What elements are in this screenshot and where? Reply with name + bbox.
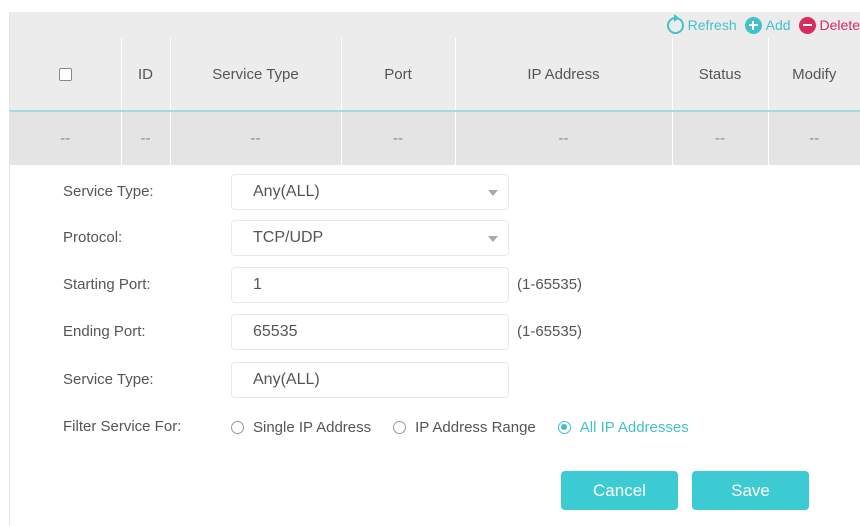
select-all-checkbox[interactable] bbox=[58, 68, 72, 82]
service-type-2-field[interactable]: Any(ALL) bbox=[231, 362, 509, 398]
starting-port-value: 1 bbox=[253, 276, 262, 293]
refresh-icon bbox=[666, 13, 684, 34]
delete-button[interactable]: Delete bbox=[798, 16, 860, 34]
cancel-button[interactable]: Cancel bbox=[561, 471, 678, 510]
starting-port-input[interactable]: 1 bbox=[231, 267, 509, 303]
ending-port-row: Ending Port: 65535 (1-65535) bbox=[10, 314, 860, 350]
column-header-id: ID bbox=[121, 38, 171, 112]
ending-port-range-hint: (1-65535) bbox=[517, 323, 583, 340]
starting-port-range-hint: (1-65535) bbox=[517, 276, 583, 293]
refresh-label: Refresh bbox=[687, 17, 737, 33]
service-type-2-label: Service Type: bbox=[63, 371, 154, 388]
service-type-value: Any(ALL) bbox=[253, 183, 320, 200]
delete-label: Delete bbox=[819, 17, 860, 33]
select-all-cell[interactable] bbox=[10, 38, 122, 112]
table-cell: -- bbox=[455, 111, 673, 165]
chevron-down-icon bbox=[488, 190, 498, 201]
radio-single-ip[interactable]: Single IP Address bbox=[231, 419, 371, 436]
ending-port-label: Ending Port: bbox=[63, 323, 146, 340]
radio-button[interactable] bbox=[393, 420, 407, 434]
table-row: -- -- -- -- -- -- -- bbox=[10, 111, 860, 165]
column-header-status: Status bbox=[672, 38, 769, 112]
filter-service-radio-group: Single IP Address IP Address Range All I… bbox=[231, 409, 711, 445]
service-filter-table: ID Service Type Port IP Address Status M… bbox=[10, 38, 860, 165]
column-header-modify: Modify bbox=[768, 38, 860, 112]
filter-service-row: Filter Service For: Single IP Address IP… bbox=[10, 409, 860, 445]
service-type-row: Service Type: Any(ALL) bbox=[10, 174, 860, 210]
column-header-service-type: Service Type bbox=[170, 38, 342, 112]
protocol-value: TCP/UDP bbox=[253, 229, 324, 246]
radio-label: Single IP Address bbox=[253, 418, 372, 436]
save-button[interactable]: Save bbox=[692, 471, 809, 510]
service-type-select[interactable]: Any(ALL) bbox=[231, 174, 509, 210]
ending-port-value: 65535 bbox=[253, 323, 298, 340]
protocol-row: Protocol: TCP/UDP bbox=[10, 220, 860, 256]
table-cell: -- bbox=[768, 111, 860, 165]
table-header-row: ID Service Type Port IP Address Status M… bbox=[10, 38, 860, 112]
table-cell: -- bbox=[121, 111, 171, 165]
table-cell: -- bbox=[170, 111, 342, 165]
refresh-button[interactable]: Refresh bbox=[666, 13, 737, 34]
radio-label: IP Address Range bbox=[415, 418, 536, 436]
protocol-label: Protocol: bbox=[63, 229, 123, 246]
column-header-port: Port bbox=[341, 38, 456, 112]
table-cell: -- bbox=[10, 111, 122, 165]
service-type-2-value: Any(ALL) bbox=[253, 371, 320, 388]
column-header-ip-address: IP Address bbox=[455, 38, 673, 112]
protocol-select[interactable]: TCP/UDP bbox=[231, 220, 509, 256]
starting-port-label: Starting Port: bbox=[63, 276, 151, 293]
radio-all-ip[interactable]: All IP Addresses bbox=[557, 418, 689, 436]
table-cell: -- bbox=[341, 111, 456, 165]
table-toolbar: Refresh Add Delete bbox=[10, 12, 860, 38]
radio-button[interactable] bbox=[231, 420, 244, 434]
ending-port-input[interactable]: 65535 bbox=[231, 314, 509, 350]
service-type-2-row: Service Type: Any(ALL) bbox=[10, 362, 860, 398]
table-cell: -- bbox=[672, 111, 769, 165]
filter-service-label: Filter Service For: bbox=[63, 418, 182, 435]
add-button[interactable]: Add bbox=[744, 16, 791, 34]
radio-button-selected[interactable] bbox=[557, 420, 571, 434]
minus-circle-icon bbox=[798, 16, 816, 34]
add-label: Add bbox=[765, 17, 791, 33]
radio-label: All IP Addresses bbox=[579, 418, 689, 436]
starting-port-row: Starting Port: 1 (1-65535) bbox=[10, 267, 860, 303]
radio-ip-range[interactable]: IP Address Range bbox=[393, 419, 536, 436]
chevron-down-icon bbox=[488, 236, 498, 247]
plus-circle-icon bbox=[744, 16, 762, 34]
service-type-label: Service Type: bbox=[63, 183, 154, 200]
